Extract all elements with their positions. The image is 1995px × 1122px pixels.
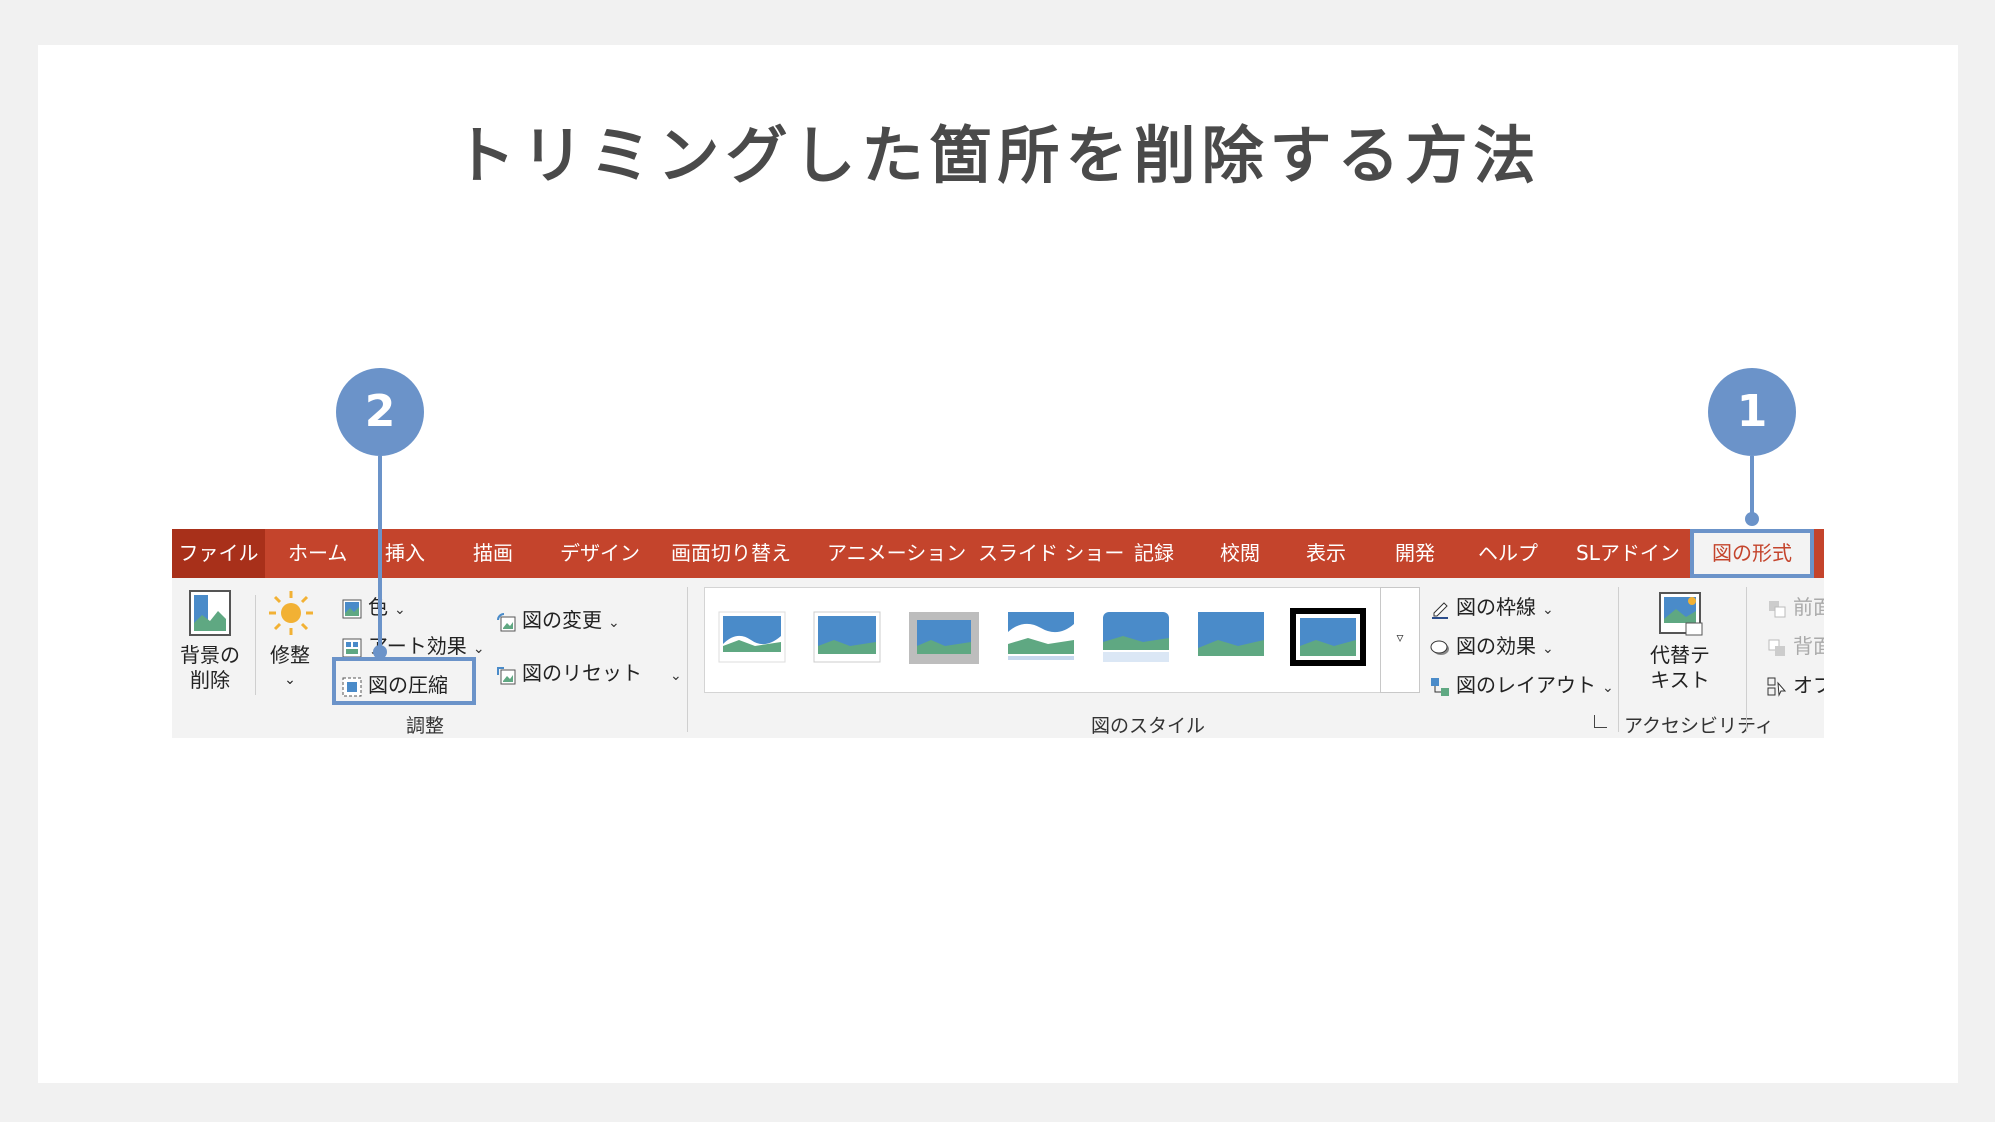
group-label-picture-styles: 図のスタイル	[1091, 715, 1206, 737]
selection-pane-button[interactable]: オブ	[1767, 669, 1824, 698]
tab-animations[interactable]: アニメーション	[827, 529, 966, 578]
group-label-accessibility: アクセシビリティ	[1624, 715, 1774, 737]
picture-style-7	[1290, 608, 1366, 666]
change-picture-label: 図の変更	[522, 608, 602, 632]
picture-style-4	[1008, 612, 1074, 660]
ribbon: ファイル ホーム 挿入 描画 デザイン 画面切り替え アニメーション スライド …	[172, 529, 1824, 738]
tab-sl-addin[interactable]: SLアドイン	[1576, 529, 1680, 578]
separator	[687, 587, 688, 732]
tab-transitions[interactable]: 画面切り替え	[671, 529, 791, 578]
tab-view[interactable]: 表示	[1306, 529, 1346, 578]
separator	[255, 595, 256, 695]
callout-2: 2	[336, 368, 424, 456]
reset-picture-label: 図のリセット	[522, 661, 642, 685]
picture-layout-label: 図のレイアウト	[1456, 673, 1596, 697]
separator	[1618, 587, 1619, 732]
tab-draw[interactable]: 描画	[473, 529, 513, 578]
color-button[interactable]: 色⌄	[342, 591, 406, 620]
picture-style-3	[909, 612, 979, 664]
chevron-down-icon: ⌄	[472, 641, 485, 657]
slide-title: トリミングした箇所を削除する方法	[453, 119, 1542, 192]
selection-pane-icon	[1767, 677, 1787, 697]
tab-help[interactable]: ヘルプ	[1478, 529, 1538, 578]
tab-design[interactable]: デザイン	[560, 529, 640, 578]
send-backward-label: 背面	[1793, 634, 1824, 658]
alt-text-label-2: キスト	[1650, 668, 1710, 692]
picture-styles-gallery	[704, 587, 1393, 693]
chevron-down-icon: ⌄	[1602, 680, 1614, 696]
artistic-effects-icon	[342, 638, 362, 657]
corrections-label: 修整	[270, 643, 310, 667]
reset-picture-icon	[497, 666, 516, 684]
remove-background-label-2: 削除	[190, 668, 230, 692]
chevron-down-icon: ⌄	[1542, 641, 1554, 657]
chevron-down-icon: ⌄	[1542, 602, 1554, 618]
picture-style-thumbnails	[718, 608, 1366, 666]
picture-color-icon	[342, 599, 362, 618]
picture-effects-label: 図の効果	[1456, 634, 1536, 658]
callout-2-line	[378, 456, 382, 650]
ribbon-tab-bar: ファイル ホーム 挿入 描画 デザイン 画面切り替え アニメーション スライド …	[172, 529, 1824, 578]
picture-style-5	[1103, 612, 1169, 662]
bring-forward-button[interactable]: 前面	[1767, 591, 1824, 620]
separator	[1746, 587, 1747, 732]
picture-effects-button[interactable]: 図の効果 ⌄	[1430, 630, 1554, 659]
compress-highlight-box	[332, 657, 476, 705]
bring-forward-icon	[1769, 600, 1786, 617]
tab-insert[interactable]: 挿入	[385, 529, 425, 578]
tab-picture-format[interactable]: 図の形式	[1690, 529, 1814, 578]
remove-background-button[interactable]: 背景の 削除	[180, 589, 240, 693]
picture-layout-icon	[1431, 677, 1449, 696]
sun-icon	[269, 591, 313, 635]
picture-layout-button[interactable]: 図のレイアウト ⌄	[1430, 669, 1614, 698]
dialog-launcher-icon[interactable]	[1594, 715, 1607, 728]
picture-style-1	[718, 611, 786, 663]
remove-background-label-1: 背景の	[180, 643, 240, 667]
alt-text-icon	[1659, 592, 1703, 636]
callout-2-dot	[373, 645, 387, 659]
alt-text-label-1: 代替テ	[1650, 643, 1710, 667]
tab-review[interactable]: 校閲	[1220, 529, 1260, 578]
change-picture-icon	[497, 612, 516, 631]
picture-effects-icon	[1430, 640, 1449, 655]
reset-picture-button[interactable]: 図のリセット ⌄	[496, 657, 682, 686]
tab-developer[interactable]: 開発	[1395, 529, 1435, 578]
picture-border-button[interactable]: 図の枠線 ⌄	[1430, 591, 1554, 620]
chevron-down-icon: ⌄	[394, 602, 406, 618]
change-picture-button[interactable]: 図の変更 ⌄	[496, 604, 620, 633]
alt-text-button[interactable]: 代替テ キスト	[1628, 589, 1732, 693]
picture-style-6	[1198, 612, 1264, 656]
gallery-more-button[interactable]: ▿	[1380, 587, 1420, 693]
send-backward-icon	[1768, 639, 1785, 656]
corrections-button[interactable]: 修整 ⌄	[267, 589, 313, 693]
chevron-down-icon: ⌄	[608, 615, 620, 631]
remove-background-icon	[189, 590, 231, 636]
bring-forward-label: 前面	[1793, 595, 1824, 619]
selection-pane-label: オブ	[1793, 673, 1824, 697]
tab-file[interactable]: ファイル	[172, 529, 265, 578]
tab-home[interactable]: ホーム	[288, 529, 347, 578]
chevron-down-icon: ⌄	[284, 672, 296, 688]
chevron-down-icon: ⌄	[670, 668, 682, 684]
group-label-adjust: 調整	[406, 715, 445, 737]
artistic-effects-button[interactable]: アート効果 ⌄	[342, 630, 485, 659]
picture-border-label: 図の枠線	[1456, 595, 1536, 619]
tab-slideshow[interactable]: スライド ショー	[978, 529, 1124, 578]
pencil-icon	[1432, 601, 1448, 619]
picture-style-2	[813, 611, 881, 663]
callout-1-dot	[1745, 512, 1759, 526]
callout-1: 1	[1708, 368, 1796, 456]
tab-record[interactable]: 記録	[1134, 529, 1174, 578]
send-backward-button[interactable]: 背面	[1767, 630, 1824, 659]
